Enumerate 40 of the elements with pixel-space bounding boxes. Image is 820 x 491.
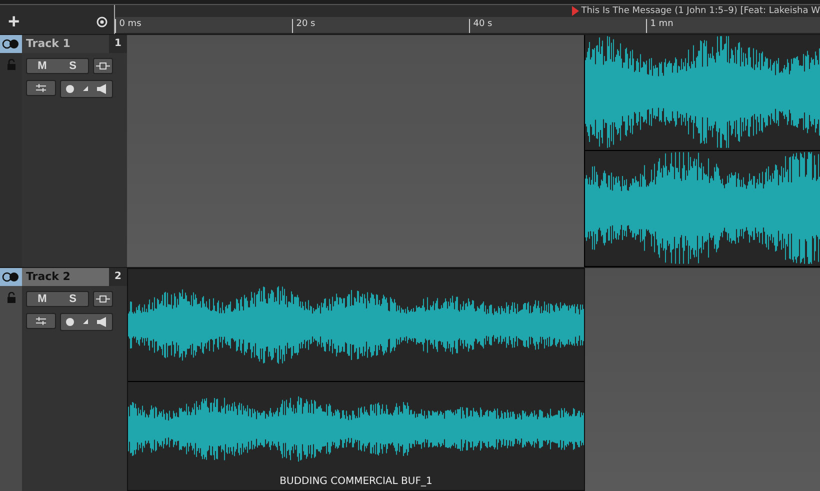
corner-icon [82, 319, 88, 324]
marker-icon [572, 6, 580, 16]
track-number: 1 [109, 34, 127, 53]
time-label: 0 ms [115, 18, 142, 33]
track-name[interactable]: Track 2 [22, 268, 109, 286]
audio-clip[interactable] [584, 34, 820, 267]
routing-icon [35, 316, 47, 326]
insert-icon [96, 62, 110, 70]
routing-button[interactable] [26, 80, 56, 96]
add-track-button[interactable]: + [8, 12, 20, 32]
clip-name: BUDDING COMMERCIAL BUF_1 [278, 476, 434, 488]
insert-button[interactable] [93, 58, 113, 74]
time-label: 20 s [292, 18, 316, 33]
toggle-icon[interactable] [2, 38, 20, 49]
record-monitor-group[interactable] [60, 312, 113, 331]
track-name[interactable]: Track 1 [22, 34, 109, 53]
record-icon[interactable] [66, 84, 74, 93]
audio-clip[interactable]: BUDDING COMMERCIAL BUF_1 [127, 268, 585, 491]
track-number: 2 [109, 268, 127, 286]
record-monitor-group[interactable] [60, 80, 113, 98]
insert-button[interactable] [93, 290, 113, 307]
track-header[interactable]: Track 1 1 M S [0, 34, 127, 267]
target-icon[interactable] [96, 16, 108, 28]
mute-button[interactable]: M [27, 292, 58, 306]
corner-icon [82, 86, 88, 92]
time-label: 1 mn [646, 18, 674, 33]
mute-button[interactable]: M [27, 58, 58, 73]
insert-icon [96, 294, 110, 303]
routing-icon [35, 82, 47, 93]
toggle-icon[interactable] [2, 272, 20, 282]
clip-title: This Is The Message (1 John 1:5–9) [Feat: Lakeisha W [572, 4, 820, 17]
speaker-icon[interactable] [97, 316, 108, 327]
time-label: 40 s [469, 18, 492, 33]
timeline-ruler[interactable]: This Is The Message (1 John 1:5–9) [Feat: Lakeisha W 0 ms 20 s 40 s 1 mn [114, 4, 820, 34]
speaker-icon[interactable] [97, 84, 108, 94]
solo-button[interactable]: S [58, 58, 88, 73]
routing-button[interactable] [26, 312, 56, 329]
record-icon[interactable] [66, 318, 74, 326]
track-header[interactable]: Track 2 2 M S [0, 268, 127, 491]
solo-button[interactable]: S [58, 292, 88, 306]
